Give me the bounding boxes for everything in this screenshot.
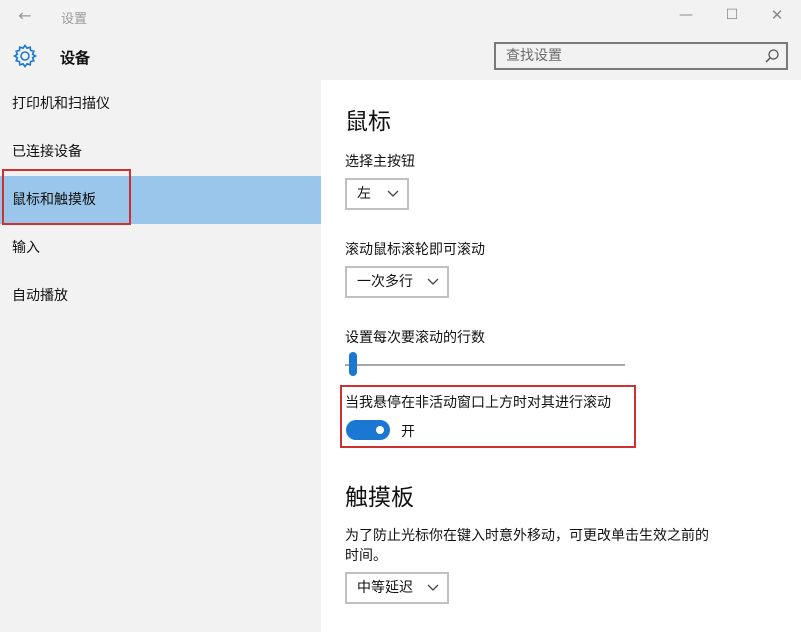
window-title: 设置 bbox=[61, 12, 88, 27]
main-content: 鼠标 选择主按钮 左 滚动鼠标滚轮即可滚动 一次多行 设置每次要滚动的行数 当我… bbox=[321, 80, 801, 632]
page-header: 设备 bbox=[0, 32, 801, 80]
sidebar-item-printers[interactable]: 打印机和扫描仪 bbox=[0, 80, 321, 128]
delay-description-line1: 为了防止光标你在键入时意外移动，可更改单击生效之前的 bbox=[345, 528, 709, 544]
touchpad-delay-description: 为了防止光标你在键入时意外移动，可更改单击生效之前的 时间。 bbox=[345, 526, 801, 566]
highlight-box-nav bbox=[2, 169, 131, 225]
sidebar-item-typing[interactable]: 输入 bbox=[0, 224, 321, 272]
close-button[interactable]: ✕ bbox=[765, 4, 789, 26]
delay-description-line2: 时间。 bbox=[345, 548, 387, 564]
sidebar: 打印机和扫描仪 已连接设备 鼠标和触摸板 输入 自动播放 bbox=[0, 80, 321, 632]
sidebar-item-autoplay[interactable]: 自动播放 bbox=[0, 272, 321, 320]
chevron-down-icon bbox=[387, 190, 399, 197]
back-arrow-icon[interactable]: ← bbox=[12, 5, 38, 27]
chevron-down-icon bbox=[427, 278, 439, 285]
touchpad-delay-dropdown[interactable]: 中等延迟 bbox=[345, 572, 449, 604]
primary-button-label: 选择主按钮 bbox=[345, 154, 415, 170]
page-title: 设备 bbox=[60, 49, 91, 67]
scroll-mode-dropdown[interactable]: 一次多行 bbox=[345, 266, 449, 298]
scroll-label: 滚动鼠标滚轮即可滚动 bbox=[345, 242, 485, 258]
gear-icon bbox=[12, 44, 38, 68]
highlight-box-toggle bbox=[340, 385, 636, 448]
title-bar: ← 设置 — ☐ ✕ bbox=[0, 0, 801, 32]
mouse-heading: 鼠标 bbox=[345, 109, 391, 135]
minimize-button[interactable]: — bbox=[674, 4, 698, 26]
primary-button-value: 左 bbox=[357, 186, 371, 202]
scroll-mode-value: 一次多行 bbox=[357, 274, 413, 290]
touchpad-delay-value: 中等延迟 bbox=[357, 580, 413, 596]
search-icon[interactable] bbox=[764, 48, 780, 64]
search-box[interactable] bbox=[494, 42, 788, 70]
lines-slider-track[interactable] bbox=[345, 364, 625, 366]
chevron-down-icon bbox=[427, 584, 439, 591]
lines-to-scroll-label: 设置每次要滚动的行数 bbox=[345, 330, 485, 346]
search-input[interactable] bbox=[496, 44, 766, 68]
lines-slider-thumb[interactable] bbox=[349, 352, 357, 376]
maximize-button[interactable]: ☐ bbox=[720, 4, 744, 26]
touchpad-heading: 触摸板 bbox=[345, 485, 414, 511]
primary-button-dropdown[interactable]: 左 bbox=[345, 178, 409, 210]
